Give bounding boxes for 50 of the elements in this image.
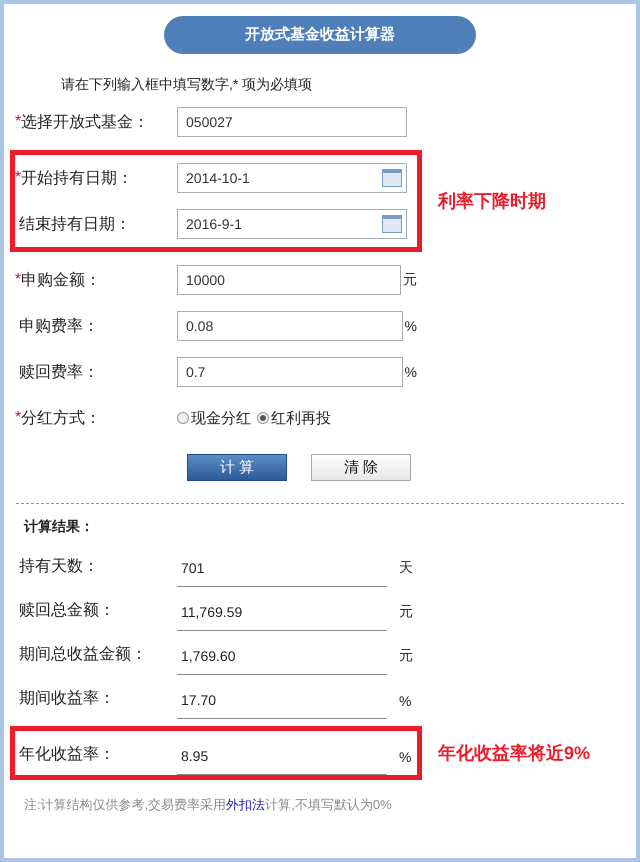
unit-label: 元 <box>403 271 417 289</box>
unit-label: 元 <box>399 603 413 621</box>
field-label: 选择开放式基金： <box>21 112 150 132</box>
required-mark: * <box>15 169 22 187</box>
radio-option[interactable]: 现金分红 <box>177 408 251 428</box>
result-value: 1,769.60 <box>177 648 387 675</box>
result-label: 持有天数： <box>18 557 100 577</box>
input-field[interactable]: 0.7 <box>177 357 403 387</box>
radio-option[interactable]: 红利再投 <box>257 408 331 428</box>
result-value: 701 <box>177 560 387 587</box>
unit-label: % <box>404 364 417 380</box>
field-label: 开始持有日期： <box>21 168 134 188</box>
calendar-icon[interactable] <box>382 215 402 233</box>
footnote-text: 注:计算结构仅供参考,交易费率采用外扣法计算,不填写默认为0% <box>24 796 392 814</box>
results-heading: 计算结果： <box>24 518 94 536</box>
required-mark: * <box>15 409 22 427</box>
callout-text: 年化收益率将近9% <box>438 742 590 765</box>
result-label: 年化收益率： <box>18 744 116 765</box>
input-field[interactable]: 10000 <box>177 265 401 295</box>
unit-label: 元 <box>399 647 413 665</box>
result-label: 赎回总金额： <box>18 600 116 621</box>
unit-label: % <box>399 693 412 711</box>
calculator-title: 开放式基金收益计算器 <box>164 16 476 54</box>
result-value: 8.95 <box>177 748 387 775</box>
date-field[interactable]: 2014-10-1 <box>177 163 407 193</box>
result-value: 17.70 <box>177 692 387 719</box>
field-label: 赎回费率： <box>19 362 100 382</box>
unit-label: % <box>399 749 412 767</box>
method-link[interactable]: 外扣法 <box>226 797 266 812</box>
instruction-text: 请在下列输入框中填写数字,* 项为必填项 <box>61 75 312 94</box>
callout-text: 利率下降时期 <box>438 190 546 213</box>
clear-button[interactable]: 清 除 <box>311 454 411 481</box>
unit-label: 天 <box>399 559 413 577</box>
calendar-icon[interactable] <box>382 169 402 187</box>
required-mark: * <box>15 113 22 131</box>
radio-button[interactable] <box>257 412 269 424</box>
input-field[interactable]: 0.08 <box>177 311 403 341</box>
field-label: 申购金额： <box>21 270 102 290</box>
result-label: 期间收益率： <box>18 688 116 709</box>
radio-button[interactable] <box>177 412 189 424</box>
required-mark: * <box>15 271 22 289</box>
unit-label: % <box>404 318 417 334</box>
date-field[interactable]: 2016-9-1 <box>177 209 407 239</box>
field-label: 结束持有日期： <box>19 214 132 234</box>
input-field[interactable]: 050027 <box>177 107 407 137</box>
calculate-button[interactable]: 计 算 <box>187 454 287 481</box>
field-label: 分红方式： <box>21 408 102 428</box>
result-value: 11,769.59 <box>177 604 387 631</box>
result-label: 期间总收益金额： <box>18 644 148 665</box>
field-label: 申购费率： <box>19 316 100 336</box>
